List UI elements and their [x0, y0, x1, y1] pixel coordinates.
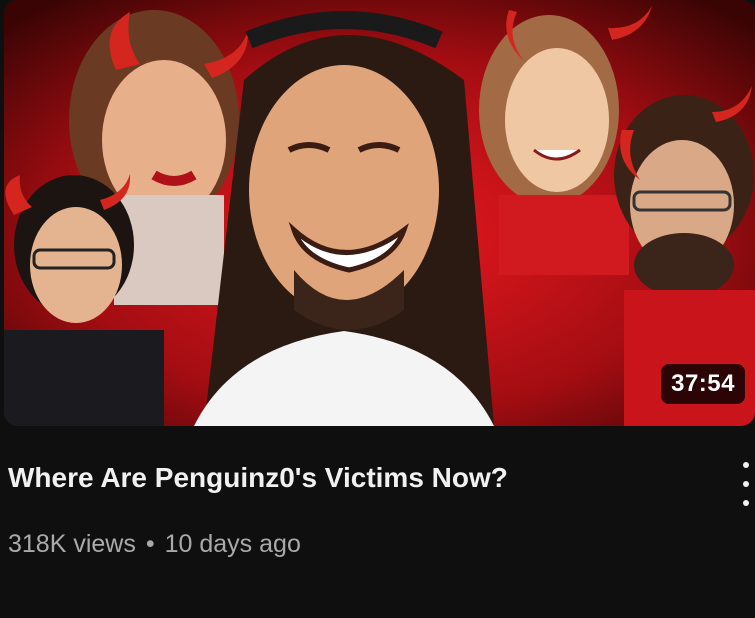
video-card[interactable]: 37:54 Where Are Penguinz0's Victims Now?… — [0, 0, 755, 618]
menu-dot — [743, 462, 749, 468]
video-duration-badge: 37:54 — [661, 364, 745, 404]
video-thumbnail[interactable]: 37:54 — [4, 0, 755, 426]
meta-separator: • — [145, 530, 155, 558]
video-title[interactable]: Where Are Penguinz0's Victims Now? — [8, 460, 708, 496]
thumbnail-illustration — [4, 0, 755, 426]
video-metadata: 318K views • 10 days ago — [8, 527, 301, 561]
more-vert-icon[interactable] — [739, 462, 753, 506]
view-count: 318K views — [8, 530, 136, 558]
menu-dot — [743, 500, 749, 506]
upload-age: 10 days ago — [164, 530, 301, 558]
menu-dot — [743, 481, 749, 487]
